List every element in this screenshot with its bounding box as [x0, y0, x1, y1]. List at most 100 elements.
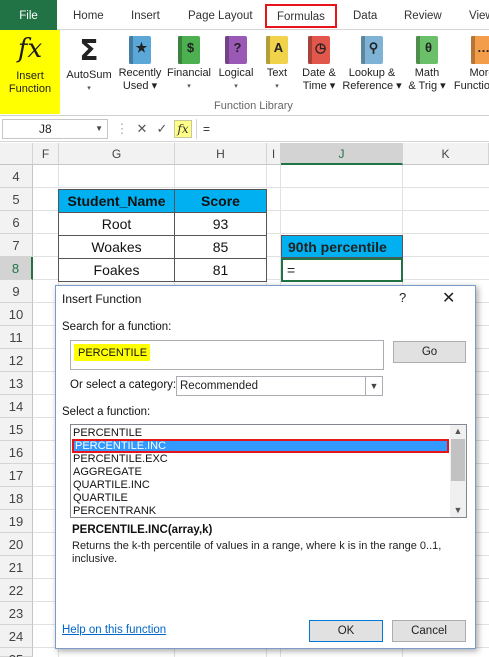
cancel-entry-icon[interactable]: ✕: [134, 121, 150, 137]
list-item-selected[interactable]: PERCENTILE.INC: [72, 439, 449, 453]
cancel-button[interactable]: Cancel: [392, 620, 466, 642]
row-header[interactable]: 21: [0, 556, 33, 579]
row-header-selected[interactable]: 8: [0, 257, 33, 280]
question-book-icon: ?: [225, 36, 247, 64]
row-header[interactable]: 22: [0, 579, 33, 602]
chevron-down-icon[interactable]: ▼: [450, 504, 466, 517]
tab-view[interactable]: View: [469, 0, 489, 30]
insert-function-label-2: Function: [8, 83, 52, 95]
text-dropdown-arrow: ▾: [275, 83, 279, 90]
category-select[interactable]: Recommended ▼: [176, 376, 383, 396]
chevron-up-icon[interactable]: ▲: [450, 425, 466, 438]
row-header[interactable]: 13: [0, 372, 33, 395]
financial-button[interactable]: $ Financial ▾: [164, 30, 214, 104]
grip-dots-icon: ⋮: [115, 121, 129, 136]
go-button[interactable]: Go: [393, 341, 466, 363]
autosum-dropdown-arrow: ▾: [87, 85, 91, 92]
select-all-corner[interactable]: [0, 143, 33, 165]
scroll-thumb[interactable]: [451, 439, 465, 481]
tab-page-layout[interactable]: Page Layout: [188, 0, 253, 30]
financial-label: Financial: [166, 67, 212, 79]
table-cell-name[interactable]: Woakes: [58, 235, 175, 259]
column-header-i[interactable]: I: [267, 143, 281, 165]
list-scrollbar[interactable]: ▲ ▼: [450, 425, 466, 517]
list-item[interactable]: PERCENTRANK: [73, 505, 156, 517]
table-cell-name[interactable]: Root: [58, 212, 175, 236]
column-header-f[interactable]: F: [33, 143, 59, 165]
row-header[interactable]: 18: [0, 487, 33, 510]
close-icon[interactable]: ✕: [442, 288, 455, 308]
list-item[interactable]: QUARTILE: [73, 492, 128, 505]
more-book-icon: …: [471, 36, 489, 64]
help-on-function-link[interactable]: Help on this function: [62, 624, 166, 636]
row-header[interactable]: 25: [0, 648, 33, 657]
logical-label: Logical: [218, 67, 254, 79]
autosum-button[interactable]: Σ AutoSum ▾: [64, 30, 114, 104]
row-header[interactable]: 19: [0, 510, 33, 533]
table-cell-score[interactable]: 85: [174, 235, 267, 259]
function-list[interactable]: PERCENTILE PERCENTILE.INC PERCENTILE.EXC…: [70, 424, 467, 518]
tab-data[interactable]: Data: [353, 0, 377, 30]
row-header[interactable]: 20: [0, 533, 33, 556]
row-header[interactable]: 9: [0, 280, 33, 303]
select-function-label: Select a function:: [62, 406, 151, 418]
list-item[interactable]: AGGREGATE: [73, 466, 142, 479]
formula-bar: J8 ▼ ⋮ ✕ ✓ fx =: [0, 117, 489, 142]
table-header-score[interactable]: Score: [174, 189, 267, 213]
table-cell-name[interactable]: Foakes: [58, 258, 175, 282]
row-header[interactable]: 11: [0, 326, 33, 349]
row-header[interactable]: 4: [0, 165, 33, 188]
tab-file[interactable]: File: [0, 0, 57, 30]
row-header[interactable]: 12: [0, 349, 33, 372]
name-box[interactable]: J8 ▼: [2, 119, 108, 139]
row-header[interactable]: 6: [0, 211, 33, 234]
tab-review[interactable]: Review: [404, 0, 442, 30]
magnifier-book-icon: ⚲: [361, 36, 383, 64]
chevron-down-icon[interactable]: ▼: [365, 377, 382, 395]
row-header[interactable]: 7: [0, 234, 33, 257]
list-item[interactable]: QUARTILE.INC: [73, 479, 150, 492]
fx-icon[interactable]: fx: [174, 120, 192, 138]
search-input-value: PERCENTILE: [74, 344, 150, 361]
column-header-j[interactable]: J: [281, 143, 403, 165]
date-time-button[interactable]: ◷ Date & Time ▾: [296, 30, 342, 104]
ok-button[interactable]: OK: [309, 620, 383, 642]
tab-formulas[interactable]: Formulas: [265, 4, 337, 28]
insert-function-button[interactable]: fx Insert Function: [0, 30, 60, 114]
percentile-header-cell[interactable]: 90th percentile: [281, 235, 403, 258]
row-header[interactable]: 14: [0, 395, 33, 418]
search-input[interactable]: PERCENTILE: [70, 340, 384, 370]
math-trig-button[interactable]: θ Math & Trig ▾: [404, 30, 450, 104]
recently-used-button[interactable]: ★ Recently Used ▾: [116, 30, 164, 104]
enter-entry-icon[interactable]: ✓: [154, 121, 170, 137]
tab-home[interactable]: Home: [73, 0, 104, 30]
table-cell-score[interactable]: 81: [174, 258, 267, 282]
clock-book-icon: ◷: [308, 36, 330, 64]
column-header-k[interactable]: K: [403, 143, 489, 165]
dollar-book-icon: $: [178, 36, 200, 64]
formula-input[interactable]: =: [196, 119, 487, 139]
row-header[interactable]: 10: [0, 303, 33, 326]
logical-button[interactable]: ? Logical ▾: [214, 30, 258, 104]
row-header[interactable]: 23: [0, 602, 33, 625]
row-header[interactable]: 24: [0, 625, 33, 648]
table-cell-score[interactable]: 93: [174, 212, 267, 236]
row-header[interactable]: 17: [0, 464, 33, 487]
column-header-g[interactable]: G: [59, 143, 175, 165]
row-header[interactable]: 5: [0, 188, 33, 211]
row-header[interactable]: 16: [0, 441, 33, 464]
name-box-value: J8: [39, 122, 52, 136]
active-cell-j8[interactable]: =: [281, 258, 403, 282]
tab-insert[interactable]: Insert: [131, 0, 160, 30]
chevron-down-icon[interactable]: ▼: [95, 120, 103, 138]
table-header-student-name[interactable]: Student_Name: [58, 189, 175, 213]
grid-line: [33, 187, 489, 188]
text-button[interactable]: A Text ▾: [260, 30, 294, 104]
help-icon[interactable]: ?: [399, 290, 406, 305]
ribbon-tab-bar: File Home Insert Page Layout Formulas Da…: [0, 0, 489, 30]
more-functions-button[interactable]: … More Functions ▾: [452, 30, 489, 104]
column-header-h[interactable]: H: [175, 143, 267, 165]
row-header[interactable]: 15: [0, 418, 33, 441]
list-item[interactable]: PERCENTILE.EXC: [73, 453, 168, 466]
lookup-reference-button[interactable]: ⚲ Lookup & Reference ▾: [342, 30, 402, 104]
